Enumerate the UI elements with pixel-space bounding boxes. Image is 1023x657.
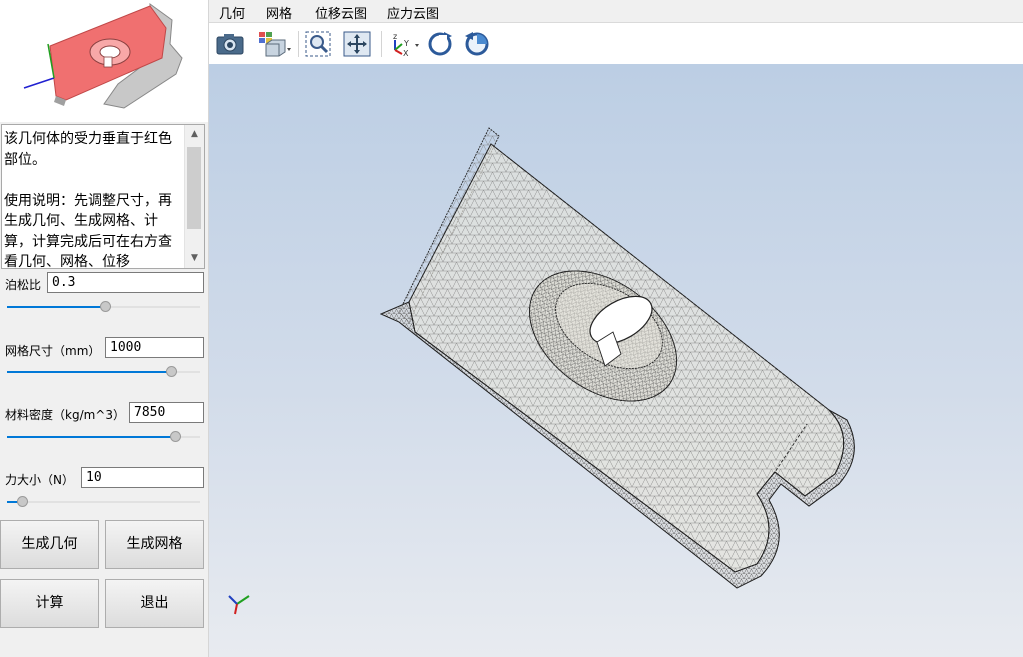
material-density-input[interactable]: 7850	[129, 402, 204, 423]
view-cube-icon[interactable]	[257, 30, 293, 58]
axes-triad-icon[interactable]: zYX	[387, 30, 421, 58]
toolbar-separator	[381, 31, 382, 57]
mesh-model	[228, 127, 855, 615]
material-density-slider[interactable]	[7, 430, 200, 444]
slider-knob[interactable]	[169, 431, 181, 442]
camera-icon[interactable]	[215, 30, 245, 58]
menu-displacement-contour[interactable]: 位移云图	[315, 3, 367, 22]
menu-mesh[interactable]: 网格	[266, 3, 292, 22]
fit-all-icon[interactable]	[342, 30, 372, 58]
scroll-thumb[interactable]	[187, 147, 201, 229]
slider-knob[interactable]	[17, 496, 29, 507]
slider-knob[interactable]	[100, 301, 112, 312]
zoom-window-icon[interactable]	[304, 30, 334, 58]
mesh-size-label: 网格尺寸（mm）	[5, 344, 101, 358]
menu-stress-contour[interactable]: 应力云图	[387, 3, 439, 22]
slider-knob[interactable]	[166, 366, 178, 377]
force-label: 力大小（N）	[5, 473, 74, 487]
rotate-cw-icon[interactable]	[425, 30, 455, 58]
description-text: 该几何体的受力垂直于红色部位。 使用说明：先调整尺寸，再生成几何、生成网格、计算…	[4, 131, 172, 269]
compute-button[interactable]: 计算	[0, 579, 99, 628]
force-slider[interactable]	[7, 495, 200, 509]
viewport-axes-triad	[228, 595, 250, 615]
poisson-ratio-input[interactable]: 0.3	[47, 272, 204, 293]
geometry-preview	[0, 0, 208, 122]
svg-text:Y: Y	[403, 39, 409, 48]
description-box[interactable]: 该几何体的受力垂直于红色部位。 使用说明：先调整尺寸，再生成几何、生成网格、计算…	[1, 124, 205, 269]
menu-geometry[interactable]: 几何	[219, 3, 245, 22]
3d-viewport[interactable]	[209, 64, 1023, 657]
rotate-ccw-icon[interactable]	[462, 30, 492, 58]
toolbar: zYX	[209, 23, 1023, 64]
poisson-ratio-label: 泊松比	[5, 278, 42, 292]
slider-fill	[7, 306, 106, 308]
svg-text:z: z	[393, 32, 397, 41]
generate-geometry-button[interactable]: 生成几何	[0, 520, 99, 569]
exit-button[interactable]: 退出	[105, 579, 204, 628]
force-input[interactable]: 10	[81, 467, 204, 488]
slider-fill	[7, 371, 172, 373]
scroll-up-icon[interactable]: ▲	[185, 125, 204, 144]
scroll-down-icon[interactable]: ▼	[185, 249, 204, 268]
slider-fill	[7, 436, 175, 438]
generate-mesh-button[interactable]: 生成网格	[105, 520, 204, 569]
description-scrollbar[interactable]: ▲ ▼	[184, 125, 204, 268]
toolbar-separator	[298, 31, 299, 57]
svg-text:X: X	[403, 49, 409, 58]
poisson-ratio-slider[interactable]	[7, 300, 200, 314]
mesh-size-input[interactable]: 1000	[105, 337, 204, 358]
control-panel: 该几何体的受力垂直于红色部位。 使用说明：先调整尺寸，再生成几何、生成网格、计算…	[0, 0, 209, 657]
menu-bar: 几何 网格 位移云图 应力云图	[209, 0, 1023, 23]
material-density-label: 材料密度（kg/m^3）	[5, 408, 125, 422]
mesh-size-slider[interactable]	[7, 365, 200, 379]
